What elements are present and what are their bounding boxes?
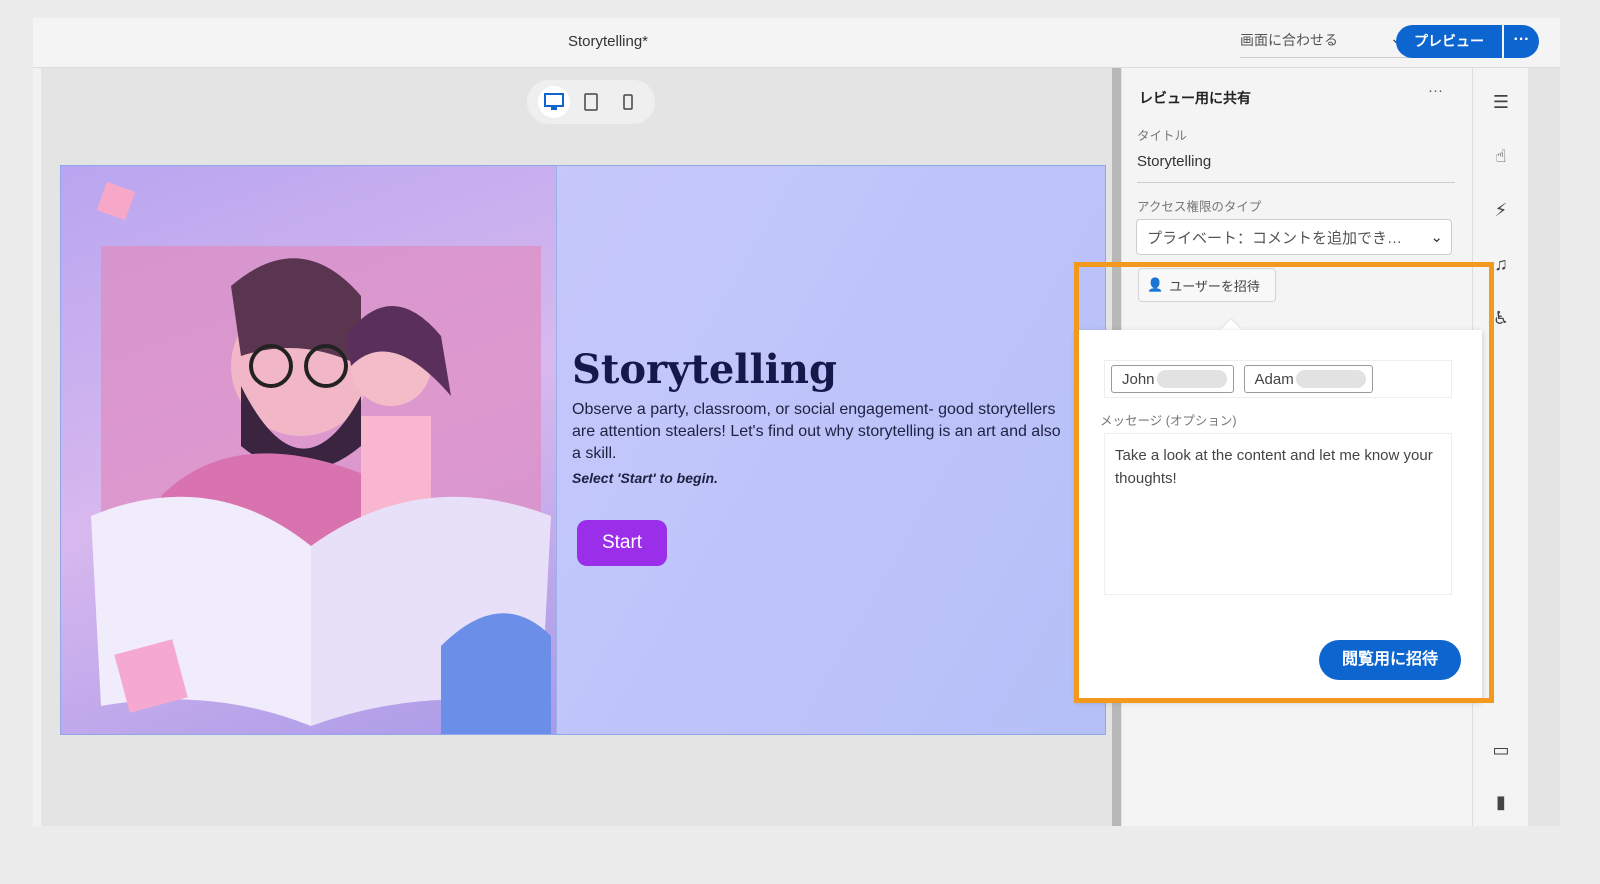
- message-textarea[interactable]: Take a look at the content and let me kn…: [1104, 433, 1452, 595]
- recipient-chip[interactable]: Adam: [1243, 365, 1373, 393]
- redacted-email: [1295, 370, 1366, 388]
- touch-icon[interactable]: ☝: [1489, 144, 1513, 168]
- more-options-button[interactable]: ···: [1504, 25, 1539, 58]
- top-bar: Storytelling* 画面に合わせる⌄ プレビュー ···: [33, 18, 1560, 68]
- access-type-dropdown[interactable]: プライベート：コメントを追加でき… ⌄: [1136, 219, 1452, 255]
- invite-to-view-button[interactable]: 閲覧用に招待: [1319, 640, 1461, 680]
- title-label: タイトル: [1137, 129, 1188, 143]
- slide-title: Storytelling: [572, 346, 837, 393]
- phone-view-button[interactable]: [612, 86, 644, 118]
- slide-canvas[interactable]: Storytelling Observe a party, classroom,…: [60, 165, 1106, 735]
- music-icon[interactable]: ♫: [1489, 252, 1513, 276]
- accessibility-icon[interactable]: ♿: [1489, 306, 1513, 330]
- tablet-view-button[interactable]: [575, 86, 607, 118]
- recipient-name: Adam: [1254, 370, 1294, 388]
- invite-popup: John Adam メッセージ (オプション) Take a look at t…: [1076, 330, 1482, 700]
- title-input[interactable]: Storytelling: [1137, 153, 1455, 183]
- preview-button[interactable]: プレビュー: [1396, 25, 1502, 58]
- sliders-icon[interactable]: ☰: [1489, 90, 1513, 114]
- panel-more-button[interactable]: ···: [1428, 82, 1443, 99]
- zoom-fit-dropdown[interactable]: 画面に合わせる⌄: [1240, 28, 1410, 58]
- chevron-down-icon: ⌄: [1430, 229, 1443, 246]
- desktop-icon: [543, 93, 564, 110]
- phone-icon: [623, 94, 634, 110]
- tablet-icon: [584, 93, 598, 111]
- desktop-view-button[interactable]: [537, 86, 570, 118]
- message-label: メッセージ (オプション): [1100, 414, 1237, 428]
- recipient-chip[interactable]: John: [1111, 365, 1234, 393]
- document-title: Storytelling*: [567, 33, 649, 50]
- zoom-fit-label: 画面に合わせる: [1240, 32, 1338, 48]
- start-button[interactable]: Start: [577, 520, 667, 566]
- interaction-icon[interactable]: ⚡: [1489, 198, 1513, 222]
- document-icon[interactable]: ▮: [1489, 790, 1513, 814]
- recipients-field[interactable]: John Adam: [1104, 360, 1452, 398]
- invite-user-button[interactable]: 👤 ユーザーを招待: [1138, 268, 1276, 302]
- slide-hint-text: Select 'Start' to begin.: [572, 470, 718, 486]
- access-type-label: アクセス権限のタイプ: [1137, 200, 1262, 214]
- storytelling-illustration: [61, 166, 557, 734]
- add-user-icon: 👤: [1147, 277, 1164, 292]
- redacted-email: [1156, 370, 1227, 388]
- access-type-value: プライベート：コメントを追加でき…: [1147, 230, 1403, 247]
- recipient-name: John: [1122, 370, 1155, 388]
- left-strip: [33, 68, 41, 826]
- father-daughter-reading-image: [91, 181, 551, 734]
- invite-user-label: ユーザーを招待: [1169, 278, 1260, 294]
- slide-body-text: Observe a party, classroom, or social en…: [572, 401, 1061, 462]
- panel-title: レビュー用に共有: [1139, 90, 1251, 106]
- device-switcher: [527, 80, 655, 124]
- panel-icon[interactable]: ▭: [1489, 738, 1513, 762]
